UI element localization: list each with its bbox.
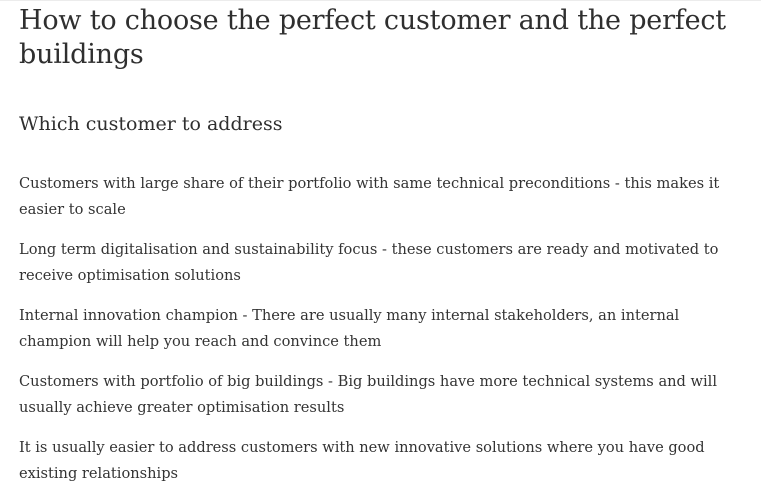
list-item: Internal innovation champion - There are…	[19, 307, 680, 350]
page-title: How to choose the perfect customer and t…	[19, 5, 726, 70]
list-item: Customers with portfolio of big building…	[19, 373, 718, 416]
list-item: Customers with large share of their port…	[19, 175, 720, 218]
list-item: Long term digitalisation and sustainabil…	[19, 241, 719, 284]
section-heading: Which customer to address	[19, 113, 283, 135]
list-item: It is usually easier to address customer…	[19, 439, 705, 482]
criteria-list: Customers with large share of their port…	[19, 171, 741, 486]
article: How to choose the perfect customer and t…	[19, 4, 741, 501]
top-divider	[0, 0, 761, 1]
